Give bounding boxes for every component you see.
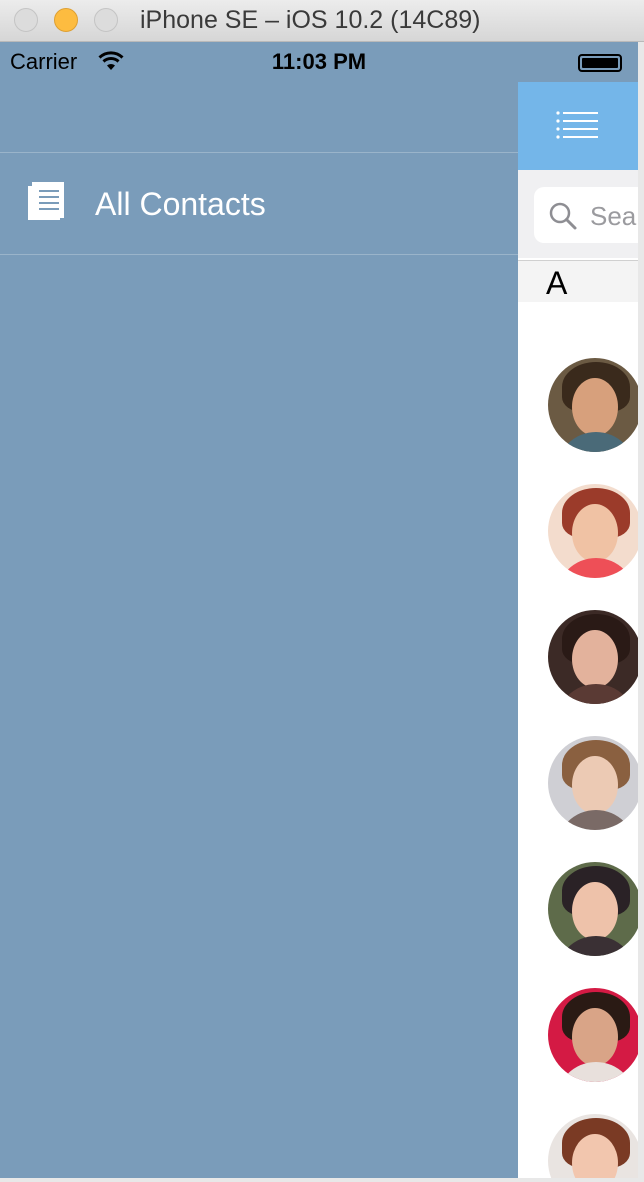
- menu-divider-bottom: [0, 254, 518, 255]
- contacts-panel[interactable]: Sea A: [518, 82, 638, 1178]
- window-titlebar: iPhone SE – iOS 10.2 (14C89): [0, 0, 644, 42]
- battery-icon: [578, 54, 622, 72]
- search-bar: Sea: [518, 170, 638, 258]
- window-edge: [638, 42, 644, 1182]
- search-placeholder: Sea: [590, 201, 637, 231]
- contact-avatar[interactable]: [548, 1114, 638, 1178]
- status-time: 11:03 PM: [271, 49, 367, 74]
- minimize-window-button[interactable]: [54, 8, 78, 32]
- status-bar: Carrier 11:03 PM: [0, 42, 638, 82]
- simulator-window: iPhone SE – iOS 10.2 (14C89) Carrier 11:…: [0, 0, 644, 1182]
- contact-avatar[interactable]: [548, 862, 638, 956]
- search-field[interactable]: Sea: [534, 187, 638, 243]
- contacts-list-icon: [26, 180, 68, 227]
- close-window-button[interactable]: [14, 8, 38, 32]
- device-screen: Carrier 11:03 PM All Contacts Sea A: [0, 42, 638, 1178]
- search-icon: [548, 201, 578, 236]
- hamburger-menu-icon[interactable]: [556, 110, 600, 145]
- section-letter: A: [546, 265, 568, 301]
- menu-item-all-contacts[interactable]: All Contacts: [0, 153, 518, 254]
- contact-avatar[interactable]: [548, 484, 638, 578]
- contact-avatar[interactable]: [548, 988, 638, 1082]
- window-title: iPhone SE – iOS 10.2 (14C89): [140, 6, 481, 34]
- menu-item-label: All Contacts: [95, 186, 266, 222]
- contact-avatar[interactable]: [548, 736, 638, 830]
- window-edge: [0, 1178, 644, 1182]
- contact-avatar[interactable]: [548, 610, 638, 704]
- section-header: A: [518, 260, 638, 302]
- contact-avatar[interactable]: [548, 358, 638, 452]
- zoom-window-button[interactable]: [94, 8, 118, 32]
- navigation-bar: [518, 82, 638, 170]
